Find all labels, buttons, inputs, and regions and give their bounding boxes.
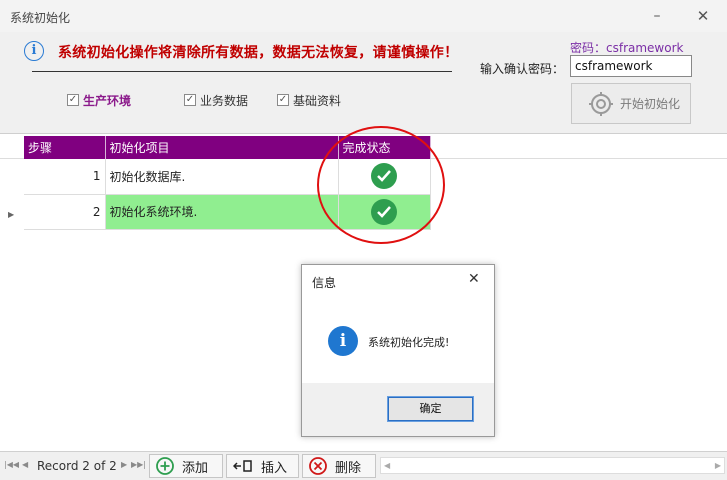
cell-item[interactable]: 初始化系统环境.	[105, 194, 339, 230]
warning-divider	[32, 71, 452, 72]
checkbox-business-data[interactable]: ✓ 业务数据	[184, 92, 248, 108]
title-bar: 系统初始化 – ✕	[0, 0, 727, 32]
checkbox-basic-data[interactable]: ✓ 基础资料	[277, 92, 341, 108]
add-button[interactable]: 添加	[149, 454, 223, 478]
delete-label: 删除	[335, 460, 362, 476]
dialog-close-icon[interactable]: ✕	[468, 271, 480, 287]
close-button[interactable]: ✕	[692, 6, 714, 26]
cell-item[interactable]: 初始化数据库.	[105, 159, 339, 195]
row-indicator-icon: ▶	[8, 210, 15, 219]
add-icon	[156, 457, 174, 475]
window-title: 系统初始化	[10, 11, 71, 25]
first-record-icon[interactable]: |◀◀	[4, 460, 19, 469]
dialog-message: 系统初始化完成!	[368, 336, 450, 349]
warning-text: 系统初始化操作将清除所有数据，数据无法恢复，请谨慎操作！	[58, 45, 459, 61]
prev-record-icon[interactable]: ◀	[22, 460, 28, 469]
start-init-button[interactable]: 开始初始化	[571, 83, 691, 124]
scroll-right-icon[interactable]: ▶	[715, 461, 721, 470]
checkbox-label: 生产环境	[83, 93, 132, 108]
password-hint: 密码：csframework	[570, 41, 684, 55]
insert-label: 插入	[261, 460, 288, 476]
insert-icon	[233, 460, 252, 472]
highlight-ellipse	[317, 126, 445, 244]
start-init-label: 开始初始化	[620, 97, 681, 111]
checkbox-box[interactable]: ✓	[277, 94, 289, 106]
record-counter: Record 2 of 2	[37, 459, 117, 473]
minimize-button[interactable]: –	[646, 6, 668, 26]
gear-icon	[589, 91, 613, 116]
data-navigator: |◀◀ ◀ Record 2 of 2 ▶ ▶▶| 添加 插入 删除 ◀ ▶	[0, 451, 727, 480]
scroll-left-icon[interactable]: ◀	[384, 461, 390, 470]
cell-step[interactable]: 2	[24, 194, 106, 230]
dialog-footer: 确定	[302, 383, 494, 436]
checkbox-label: 业务数据	[200, 93, 249, 108]
password-input[interactable]	[570, 55, 692, 77]
checkbox-label: 基础资料	[293, 93, 342, 108]
dialog-title: 信息	[312, 276, 337, 290]
cell-step[interactable]: 1	[24, 159, 106, 195]
checkbox-box[interactable]: ✓	[184, 94, 196, 106]
info-dialog: 信息 ✕ i 系统初始化完成! 确定	[301, 264, 495, 437]
add-label: 添加	[182, 460, 209, 476]
checkbox-production-env[interactable]: ✓ 生产环境	[67, 92, 131, 108]
horizontal-scrollbar[interactable]: ◀ ▶	[380, 457, 725, 474]
next-record-icon[interactable]: ▶	[121, 460, 127, 469]
column-header-item[interactable]: 初始化项目	[105, 136, 339, 159]
insert-button[interactable]: 插入	[226, 454, 299, 478]
info-icon: i	[328, 326, 358, 356]
ok-button[interactable]: 确定	[387, 396, 474, 422]
column-header-step[interactable]: 步骤	[24, 136, 106, 159]
checkbox-box[interactable]: ✓	[67, 94, 79, 106]
last-record-icon[interactable]: ▶▶|	[131, 460, 146, 469]
delete-icon	[309, 457, 327, 475]
password-label: 输入确认密码：	[480, 62, 565, 76]
info-icon: i	[24, 41, 44, 61]
delete-button[interactable]: 删除	[302, 454, 376, 478]
